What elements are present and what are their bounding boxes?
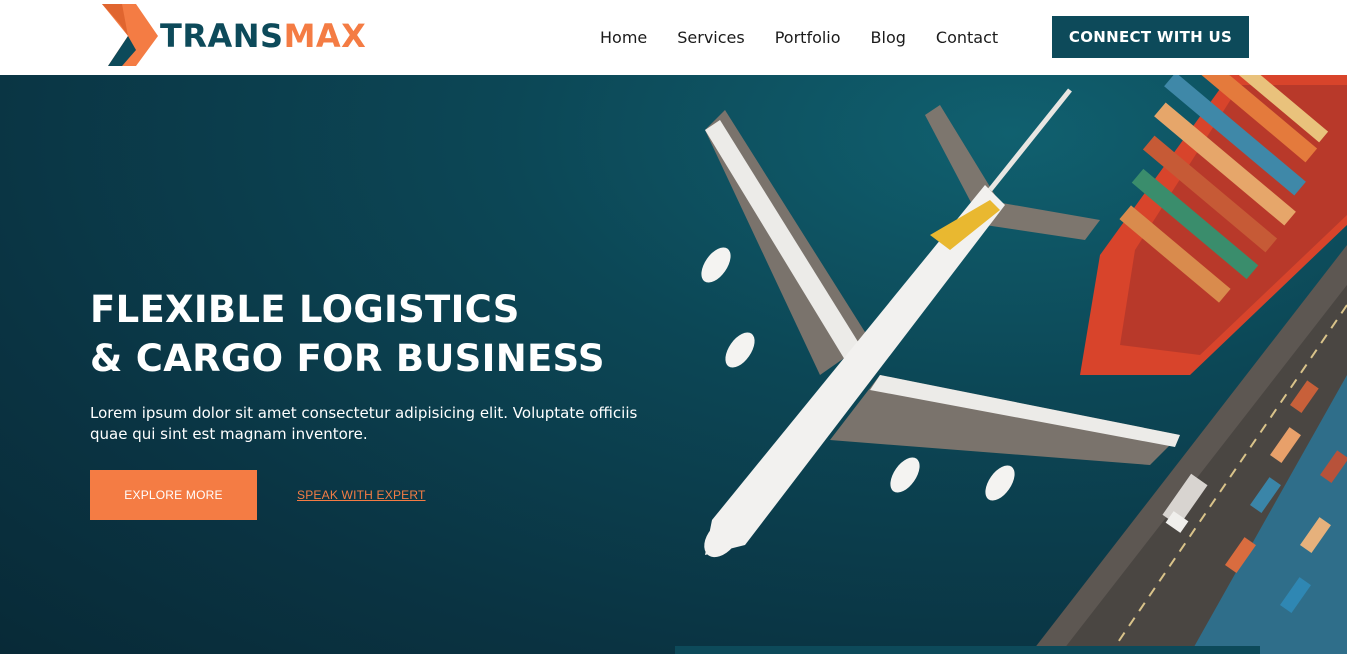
hero-subtitle: Lorem ipsum dolor sit amet consectetur a… <box>90 404 638 443</box>
nav-services[interactable]: Services <box>677 26 744 50</box>
explore-more-button[interactable]: EXPLORE MORE <box>90 470 257 520</box>
connect-button[interactable]: CONNECT WITH US <box>1052 16 1249 58</box>
hero-section: FLEXIBLE LOGISTICS & CARGO FOR BUSINESS … <box>0 75 1347 654</box>
nav-contact[interactable]: Contact <box>936 26 998 50</box>
nav-blog[interactable]: Blog <box>871 26 906 50</box>
brand-logo[interactable]: TRANSMAX <box>100 2 366 68</box>
site-header: TRANSMAX Home Services Portfolio Blog Co… <box>0 0 1347 75</box>
section-accent-bar <box>675 646 1260 654</box>
chevron-logo-icon <box>102 4 158 66</box>
nav-portfolio[interactable]: Portfolio <box>775 26 841 50</box>
nav-home[interactable]: Home <box>600 26 647 50</box>
main-nav: Home Services Portfolio Blog Contact <box>600 26 1028 50</box>
brand-name-part2: MAX <box>283 17 367 55</box>
hero-title-line2: & CARGO FOR BUSINESS <box>90 337 605 380</box>
brand-name: TRANSMAX <box>160 16 366 56</box>
brand-name-part1: TRANS <box>160 17 284 55</box>
hero-title: FLEXIBLE LOGISTICS & CARGO FOR BUSINESS <box>90 285 605 383</box>
speak-with-expert-link[interactable]: SPEAK WITH EXPERT <box>297 488 426 502</box>
hero-title-line1: FLEXIBLE LOGISTICS <box>90 288 520 331</box>
